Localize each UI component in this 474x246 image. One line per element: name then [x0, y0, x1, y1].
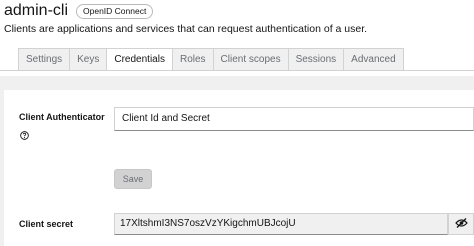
tab-keys[interactable]: Keys — [69, 48, 108, 71]
client-secret-label: Client secret — [19, 219, 74, 229]
tab-sessions[interactable]: Sessions — [287, 48, 345, 71]
tab-advanced[interactable]: Advanced — [343, 48, 404, 71]
tab-divider — [0, 70, 474, 71]
protocol-badge: OpenID Connect — [76, 4, 154, 19]
credentials-card: Client Authenticator Client Id and Secre… — [4, 90, 474, 246]
toggle-secret-visibility-button[interactable] — [448, 213, 474, 235]
save-button[interactable]: Save — [114, 169, 152, 189]
client-authenticator-label: Client Authenticator — [19, 112, 105, 122]
tab-settings[interactable]: Settings — [18, 48, 71, 71]
page-title: admin-cli — [4, 2, 69, 19]
client-authenticator-select[interactable]: Client Id and Secret — [114, 107, 474, 131]
tab-roles[interactable]: Roles — [171, 48, 214, 71]
eye-slash-icon — [454, 215, 468, 233]
question-circle-icon[interactable] — [20, 127, 29, 140]
page-subtitle: Clients are applications and services th… — [4, 23, 368, 35]
tab-client-scopes[interactable]: Client scopes — [212, 48, 289, 71]
page-header: admin-cli OpenID Connect Clients are app… — [0, 0, 474, 42]
credentials-panel: Client Authenticator Client Id and Secre… — [0, 76, 474, 246]
client-secret-field[interactable]: 17XltshmI3NS7oszVzYKigchmUBJcojU — [114, 213, 448, 235]
tab-credentials[interactable]: Credentials — [106, 48, 173, 71]
tab-bar: Settings Keys Credentials Roles Client s… — [18, 48, 404, 71]
title-row: admin-cli OpenID Connect — [4, 1, 154, 21]
